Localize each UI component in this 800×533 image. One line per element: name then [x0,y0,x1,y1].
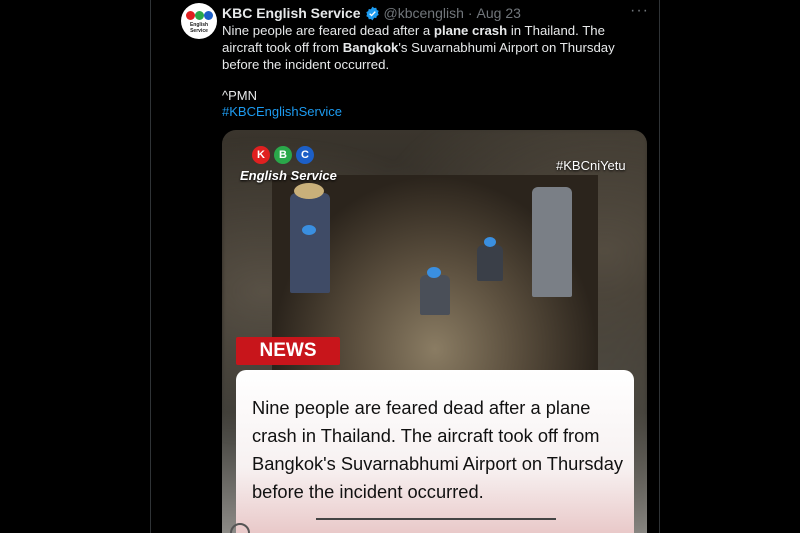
logo-dot-red [186,11,195,20]
verified-badge-icon [365,6,379,20]
tweet-text-part: Nine people are feared dead after a [222,23,434,38]
author-name[interactable]: KBC English Service [222,5,361,21]
tweet-text-bold: plane crash [433,23,508,38]
helmet-shape [302,225,316,235]
author-handle[interactable]: @kbcenglish [384,5,464,21]
logo-letter-b: B [274,146,292,164]
helmet-shape [484,237,496,247]
caption-divider [316,518,556,520]
separator-dot: · [467,5,473,21]
tweet-signature: ^PMN [222,88,257,103]
more-options-icon[interactable]: ··· [630,2,649,20]
hat-shape [294,183,324,199]
tweet-text: Nine people are feared dead after a plan… [222,22,642,73]
rescuer-figure [477,245,503,281]
logo-label: English Service [240,168,337,183]
helmet-shape [427,267,441,278]
media-hashtag-overlay: #KBCniYetu [556,158,626,173]
tweet-date[interactable]: Aug 23 [477,5,521,21]
logo-letter-c: C [296,146,314,164]
tweet-media-image[interactable]: K B C English Service #KBCniYetu NEWS Ni… [222,130,647,533]
rescuer-figure [420,275,450,315]
avatar[interactable]: English Service [181,3,217,39]
logo-dot-green [195,11,204,20]
tweet-header: KBC English Service @kbcenglish · Aug 23 [222,4,521,22]
logo-letter-k: K [252,146,270,164]
logo-dot-blue [204,11,213,20]
rescuer-figure [532,187,572,297]
avatar-text: English Service [189,22,209,34]
rescuer-figure [290,193,330,293]
tweet-text-bold: Bangkok [342,40,399,55]
hashtag-link[interactable]: #KBCEnglishService [222,104,342,119]
news-banner: NEWS [236,337,340,365]
caption-text: Nine people are feared dead after a plan… [252,397,624,502]
caption-card: Nine people are feared dead after a plan… [236,370,634,533]
